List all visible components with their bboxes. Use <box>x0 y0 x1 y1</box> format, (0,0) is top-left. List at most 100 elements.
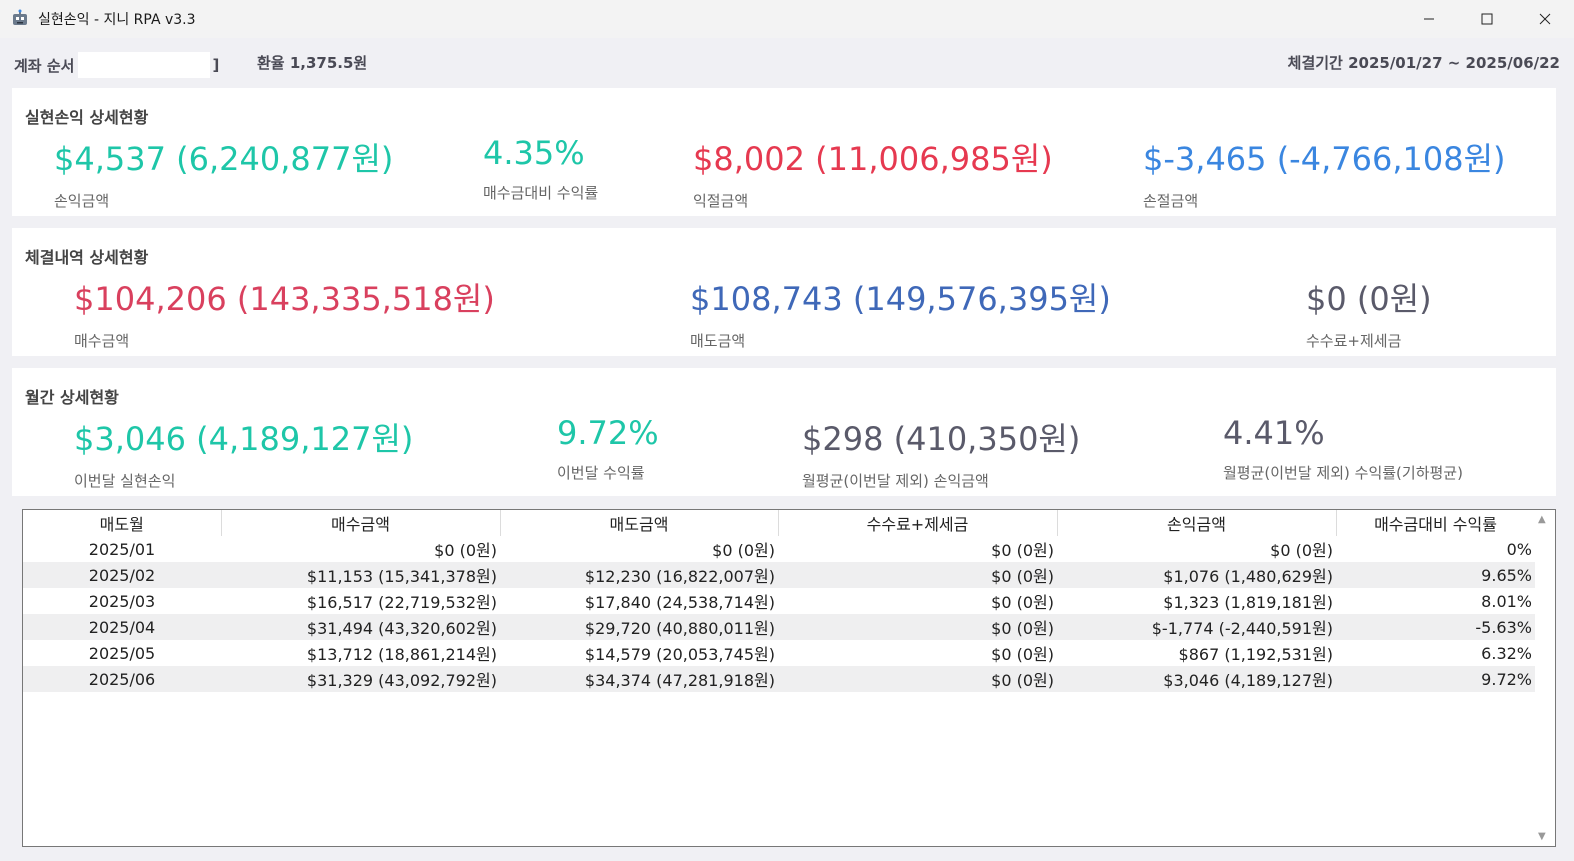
cell-buy: $31,494 (43,320,602원) <box>221 614 500 640</box>
column-header[interactable]: 매수금액 <box>221 510 501 536</box>
cell-sell: $12,230 (16,822,007원) <box>500 562 778 588</box>
cell-fee: $0 (0원) <box>991 593 1054 612</box>
cell-sell: $14,579 (20,053,745원) <box>584 645 775 664</box>
avg-rate-value: 4.41% <box>1223 414 1325 452</box>
this-month-rate-value: 9.72% <box>557 414 659 452</box>
maximize-icon <box>1481 13 1493 25</box>
window-title: 실현손익 - 지니 RPA v3.3 <box>38 12 196 28</box>
cell-rate: 6.32% <box>1481 643 1532 663</box>
loss-amount-value: $-3,465 (-4,766,108원) <box>1143 140 1506 178</box>
column-header[interactable]: 손익금액 <box>1057 510 1337 536</box>
minimize-icon <box>1424 18 1434 20</box>
table-row[interactable]: 2025/02 $11,153 (15,341,378원) $12,230 (1… <box>23 562 1535 588</box>
cell-rate: 0% <box>1506 539 1532 559</box>
cell-fee: $0 (0원) <box>778 666 1057 692</box>
cell-profit: $3,046 (4,189,127원) <box>1057 666 1336 692</box>
profit-amount-label: 손익금액 <box>54 192 110 210</box>
cell-month: 2025/06 <box>23 666 221 692</box>
cell-rate: 9.72% <box>1336 666 1535 692</box>
realized-pnl-card: 실현손익 상세현황 $4,537 (6,240,877원) 손익금액 4.35%… <box>12 88 1556 216</box>
cell-fee: $0 (0원) <box>778 562 1057 588</box>
this-month-profit-label: 이번달 실현손익 <box>74 472 176 490</box>
vertical-scrollbar[interactable]: ▲ ▼ <box>1535 510 1555 846</box>
monthly-card: 월간 상세현황 $3,046 (4,189,127원) 이번달 실현손익 9.7… <box>12 368 1556 496</box>
cell-rate: 8.01% <box>1481 591 1532 611</box>
table-row[interactable]: 2025/03 $16,517 (22,719,532원) $17,840 (2… <box>23 588 1535 614</box>
metric-avg-rate: 4.41% 월평균(이번달 제외) 수익률(기하평균) <box>1223 414 1463 483</box>
this-month-profit-value: $3,046 (4,189,127원) <box>74 420 414 458</box>
cell-month: 2025/02 <box>23 562 221 588</box>
metric-sell-amount: $108,743 (149,576,395원) 매도금액 <box>690 274 1111 351</box>
account-info: 계좌 순서 ] <box>14 52 219 78</box>
cell-month: 2025/01 <box>88 539 156 559</box>
cell-fee: $0 (0원) <box>778 614 1057 640</box>
cell-fee: $0 (0원) <box>991 645 1054 664</box>
gain-amount-label: 익절금액 <box>693 192 749 210</box>
execution-period: 체결기간 2025/01/27 ~ 2025/06/22 <box>1287 54 1560 72</box>
avg-rate-label: 월평균(이번달 제외) 수익률(기하평균) <box>1223 464 1463 482</box>
metric-gain-amount: $8,002 (11,006,985원) 익절금액 <box>693 134 1053 211</box>
monthly-table[interactable]: 매도월 매수금액 매도금액 수수료+제세금 손익금액 매수금대비 수익률 202… <box>22 509 1556 847</box>
gain-amount-value: $8,002 (11,006,985원) <box>693 140 1053 178</box>
metric-loss-amount: $-3,465 (-4,766,108원) 손절금액 <box>1143 134 1506 211</box>
exchange-rate: 환율 1,375.5원 <box>257 54 368 72</box>
cell-buy: $11,153 (15,341,378원) <box>221 562 500 588</box>
column-header[interactable]: 매도월 <box>23 510 222 536</box>
column-header[interactable]: 매수금대비 수익률 <box>1336 510 1536 536</box>
minimize-button[interactable] <box>1400 0 1458 38</box>
cell-month: 2025/03 <box>88 591 156 611</box>
maximize-button[interactable] <box>1458 0 1516 38</box>
account-label: 계좌 순서 <box>14 56 75 75</box>
loss-amount-label: 손절금액 <box>1143 192 1199 210</box>
sell-amount-label: 매도금액 <box>690 332 746 350</box>
metric-fee-tax: $0 (0원) 수수료+제세금 <box>1306 274 1432 351</box>
cell-profit: $0 (0원) <box>1270 541 1333 560</box>
card-title: 체결내역 상세현황 <box>25 248 149 267</box>
this-month-rate-label: 이번달 수익률 <box>557 464 645 482</box>
table-row[interactable]: 2025/04 $31,494 (43,320,602원) $29,720 (4… <box>23 614 1535 640</box>
cell-buy: $16,517 (22,719,532원) <box>306 593 497 612</box>
cell-fee: $0 (0원) <box>991 541 1054 560</box>
table-row[interactable]: 2025/01 $0 (0원) $0 (0원) $0 (0원) $0 (0원) … <box>23 536 1535 562</box>
cell-month: 2025/04 <box>23 614 221 640</box>
return-rate-label: 매수금대비 수익률 <box>483 184 599 202</box>
scroll-down-arrow-icon[interactable]: ▼ <box>1538 831 1546 842</box>
fee-tax-value: $0 (0원) <box>1306 280 1432 318</box>
metric-buy-amount: $104,206 (143,335,518원) 매수금액 <box>74 274 495 351</box>
table-row[interactable]: 2025/05 $13,712 (18,861,214원) $14,579 (2… <box>23 640 1535 666</box>
column-header[interactable]: 수수료+제세금 <box>778 510 1058 536</box>
app-robot-icon <box>13 9 27 25</box>
info-bar: 계좌 순서 ] 환율 1,375.5원 체결기간 2025/01/27 ~ 20… <box>0 38 1574 86</box>
metric-return-rate: 4.35% 매수금대비 수익률 <box>483 134 598 203</box>
cell-sell: $17,840 (24,538,714원) <box>584 593 775 612</box>
avg-profit-value: $298 (410,350원) <box>802 420 1081 458</box>
scroll-up-arrow-icon[interactable]: ▲ <box>1538 514 1546 525</box>
title-bar: 실현손익 - 지니 RPA v3.3 <box>0 0 1574 38</box>
metric-this-month-rate: 9.72% 이번달 수익률 <box>557 414 659 483</box>
metric-this-month-profit: $3,046 (4,189,127원) 이번달 실현손익 <box>74 414 413 491</box>
cell-buy: $31,329 (43,092,792원) <box>221 666 500 692</box>
cell-sell: $34,374 (47,281,918원) <box>500 666 778 692</box>
cell-buy: $13,712 (18,861,214원) <box>306 645 497 664</box>
cell-rate: -5.63% <box>1336 614 1535 640</box>
card-title: 월간 상세현황 <box>25 388 119 407</box>
cell-profit: $867 (1,192,531원) <box>1178 645 1333 664</box>
cell-rate: 9.65% <box>1336 562 1535 588</box>
account-suffix: ] <box>212 56 220 74</box>
table-row[interactable]: 2025/06 $31,329 (43,092,792원) $34,374 (4… <box>23 666 1535 692</box>
fee-tax-label: 수수료+제세금 <box>1306 332 1402 350</box>
cell-sell: $29,720 (40,880,011원) <box>500 614 778 640</box>
cell-month: 2025/05 <box>88 643 156 663</box>
cell-buy: $0 (0원) <box>434 541 497 560</box>
account-mask <box>78 52 211 78</box>
execution-card: 체결내역 상세현황 $104,206 (143,335,518원) 매수금액 $… <box>12 228 1556 356</box>
cell-profit: $1,323 (1,819,181원) <box>1163 593 1333 612</box>
buy-amount-value: $104,206 (143,335,518원) <box>74 280 495 318</box>
metric-avg-profit: $298 (410,350원) 월평균(이번달 제외) 손익금액 <box>802 414 1080 491</box>
card-title: 실현손익 상세현황 <box>25 108 149 127</box>
column-header[interactable]: 매도금액 <box>500 510 779 536</box>
close-button[interactable] <box>1516 0 1574 38</box>
sell-amount-value: $108,743 (149,576,395원) <box>690 280 1111 318</box>
cell-profit: $1,076 (1,480,629원) <box>1057 562 1336 588</box>
close-icon <box>1539 13 1551 25</box>
